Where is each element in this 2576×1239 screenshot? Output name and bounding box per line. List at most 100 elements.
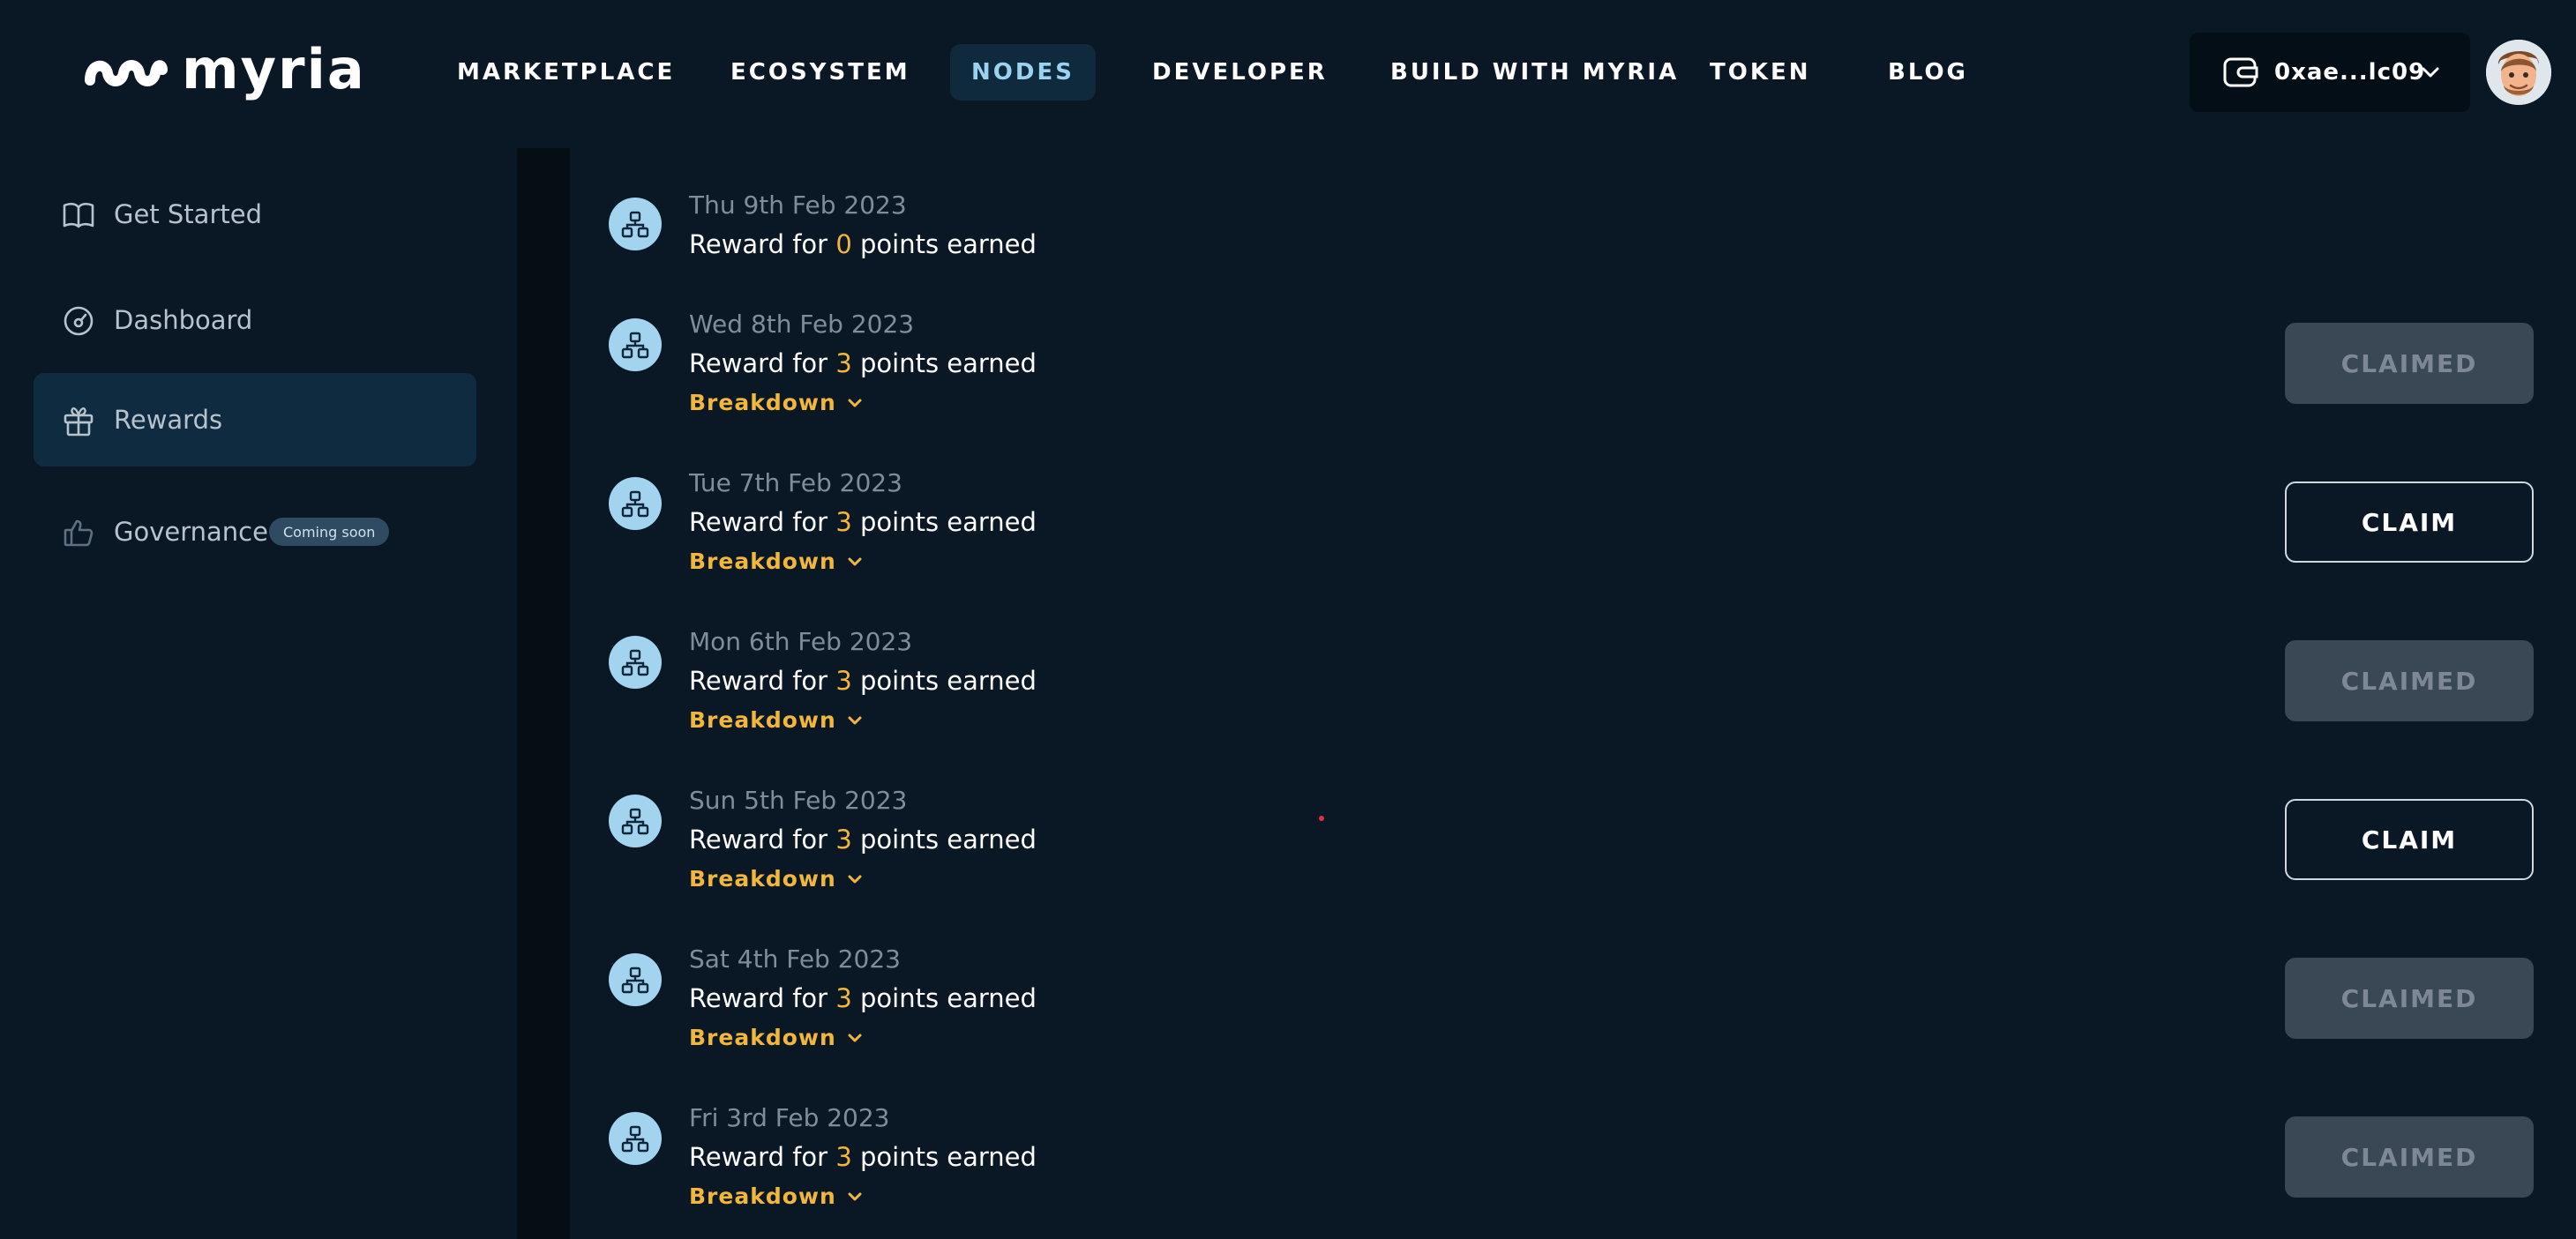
reward-title: Reward for 3 points earned [689, 348, 1037, 378]
reward-title-suffix: points earned [859, 507, 1037, 537]
gift-icon [64, 407, 94, 437]
chevron-down-icon [848, 875, 862, 883]
breakdown-label: Breakdown [689, 390, 836, 415]
reward-title-suffix: points earned [859, 983, 1037, 1013]
avatar[interactable] [2486, 40, 2551, 105]
chevron-down-icon [848, 399, 862, 407]
node-network-icon [609, 636, 662, 689]
chevron-down-icon [2422, 67, 2439, 78]
reward-title-prefix: Reward for [689, 666, 828, 696]
breakdown-label: Breakdown [689, 549, 836, 574]
breakdown-toggle[interactable]: Breakdown [689, 707, 865, 733]
nav-label: NODES [971, 59, 1075, 86]
node-network-icon [609, 477, 662, 530]
node-network-icon [609, 953, 662, 1006]
reward-title-suffix: points earned [859, 229, 1037, 259]
myria-logo-icon [85, 60, 168, 86]
chevron-down-icon [848, 1192, 862, 1200]
sidebar-item-get-started[interactable]: Get Started [34, 168, 476, 261]
nav-ecosystem[interactable]: ECOSYSTEM [709, 44, 932, 101]
node-network-icon [609, 1112, 662, 1165]
reward-title-prefix: Reward for [689, 507, 828, 537]
gauge-icon [64, 306, 94, 336]
reward-points: 3 [835, 1142, 852, 1172]
cursor-indicator [1319, 816, 1324, 821]
reward-title-prefix: Reward for [689, 983, 828, 1013]
myria-logo[interactable]: myria [83, 39, 366, 101]
reward-title-suffix: points earned [859, 666, 1037, 696]
chevron-down-icon [848, 716, 862, 724]
breakdown-label: Breakdown [689, 1183, 836, 1209]
nav-label: DEVELOPER [1152, 59, 1328, 86]
reward-title-suffix: points earned [859, 1142, 1037, 1172]
reward-date: Fri 3rd Feb 2023 [689, 1103, 890, 1132]
wallet-address: 0xae...lc09 [2274, 59, 2426, 86]
breakdown-toggle[interactable]: Breakdown [689, 1025, 865, 1050]
reward-date: Thu 9th Feb 2023 [689, 190, 907, 220]
reward-title-prefix: Reward for [689, 229, 828, 259]
chevron-down-icon [848, 557, 862, 565]
sidebar-item-label: Governance [114, 517, 268, 547]
sidebar-item-dashboard[interactable]: Dashboard [34, 273, 476, 367]
nav-label: MARKETPLACE [457, 59, 676, 86]
reward-date: Sat 4th Feb 2023 [689, 944, 901, 974]
top-nav-bar: myria MARKETPLACE ECOSYSTEM NODES DEVELO… [0, 0, 2576, 148]
book-icon [63, 202, 94, 228]
claimed-button[interactable]: CLAIMED [2285, 958, 2534, 1039]
sidebar-item-label: Get Started [114, 199, 262, 229]
nav-nodes[interactable]: NODES [950, 44, 1096, 101]
claimed-button[interactable]: CLAIMED [2285, 323, 2534, 404]
reward-title: Reward for 3 points earned [689, 825, 1037, 855]
rewards-list[interactable]: Thu 9th Feb 2023 Reward for 0 points ear… [570, 148, 2576, 1239]
nav-developer[interactable]: DEVELOPER [1131, 44, 1349, 101]
reward-title-suffix: points earned [859, 825, 1037, 855]
breakdown-toggle[interactable]: Breakdown [689, 390, 865, 415]
breakdown-label: Breakdown [689, 866, 836, 892]
claimed-button[interactable]: CLAIMED [2285, 640, 2534, 721]
sidebar-item-rewards[interactable]: Rewards [34, 373, 476, 466]
sidebar: Get Started Dashboard Rewards Governance… [0, 148, 517, 1239]
claim-button[interactable]: CLAIM [2285, 481, 2534, 563]
reward-points: 3 [835, 507, 852, 537]
breakdown-label: Breakdown [689, 1025, 836, 1050]
reward-title: Reward for 3 points earned [689, 1142, 1037, 1172]
nav-token[interactable]: TOKEN [1689, 44, 1832, 101]
nav-label: TOKEN [1710, 59, 1811, 86]
user-avatar-icon [2486, 40, 2551, 105]
reward-points: 3 [835, 983, 852, 1013]
node-network-icon [609, 795, 662, 847]
reward-date: Sun 5th Feb 2023 [689, 786, 908, 815]
sidebar-item-label: Dashboard [114, 305, 253, 335]
nav-marketplace[interactable]: MARKETPLACE [436, 44, 696, 101]
reward-title-prefix: Reward for [689, 825, 828, 855]
nav-build-with-myria[interactable]: BUILD WITH MYRIA [1369, 44, 1700, 101]
reward-points: 3 [835, 666, 852, 696]
nav-label: BUILD WITH MYRIA [1390, 59, 1680, 86]
wallet-dropdown[interactable]: 0xae...lc09 [2190, 33, 2470, 112]
reward-title-suffix: points earned [859, 348, 1037, 378]
reward-title: Reward for 3 points earned [689, 983, 1037, 1013]
claim-button[interactable]: CLAIM [2285, 799, 2534, 880]
breakdown-toggle[interactable]: Breakdown [689, 1183, 865, 1209]
node-network-icon [609, 318, 662, 371]
reward-date: Tue 7th Feb 2023 [689, 468, 902, 497]
claimed-button[interactable]: CLAIMED [2285, 1116, 2534, 1198]
nav-label: ECOSYSTEM [730, 59, 910, 86]
sidebar-divider [517, 148, 570, 1239]
coming-soon-badge: Coming soon [269, 518, 390, 546]
reward-points: 0 [835, 229, 852, 259]
reward-title: Reward for 3 points earned [689, 507, 1037, 537]
sidebar-item-label: Rewards [114, 405, 223, 435]
breakdown-toggle[interactable]: Breakdown [689, 866, 865, 892]
reward-date: Wed 8th Feb 2023 [689, 310, 915, 339]
reward-date: Mon 6th Feb 2023 [689, 627, 913, 656]
wallet-icon [2223, 57, 2258, 87]
nav-blog[interactable]: BLOG [1867, 44, 1989, 101]
sidebar-item-governance[interactable]: Governance Coming soon [34, 485, 476, 578]
breakdown-toggle[interactable]: Breakdown [689, 549, 865, 574]
node-network-icon [609, 198, 662, 250]
thumbs-up-icon [64, 519, 94, 547]
breakdown-label: Breakdown [689, 707, 836, 733]
reward-title-prefix: Reward for [689, 348, 828, 378]
nav-label: BLOG [1888, 59, 1968, 86]
